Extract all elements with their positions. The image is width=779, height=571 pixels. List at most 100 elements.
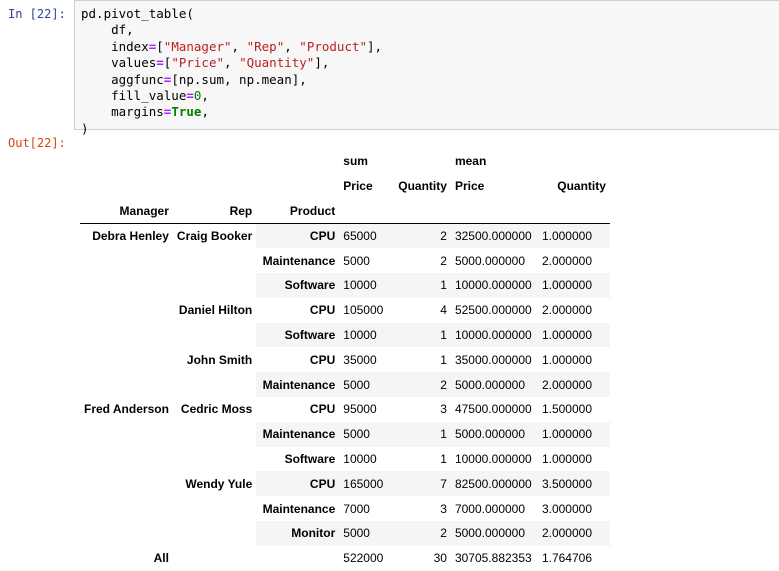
- cell-mean-quantity: 2.000000: [541, 253, 592, 268]
- cell-sum-quantity: 7: [394, 471, 451, 497]
- row-product: Monitor: [256, 520, 340, 546]
- row-rep: [173, 323, 256, 348]
- cell-sum-price: 5000: [339, 421, 395, 447]
- header-row-index-names: Manager Rep Product: [80, 198, 610, 224]
- cell-mean-price: 5000.000000: [450, 372, 538, 397]
- header-blank: [80, 149, 173, 174]
- table-row: Maintenance 5000 1 5000.000000 1.000000: [80, 421, 610, 447]
- header-blank: [537, 198, 610, 224]
- table-row: Wendy Yule CPU 165000 7 82500.000000 3.500000: [80, 471, 610, 497]
- code-line-2: df,: [81, 22, 134, 38]
- row-product: Software: [284, 451, 336, 466]
- row-rep: [173, 447, 256, 472]
- pivot-table-output: sum mean Price Quantity Price Quantity M…: [80, 149, 610, 571]
- cell-sum-quantity: 1: [440, 451, 447, 466]
- index-name-rep: Rep: [172, 198, 257, 224]
- header-sum: sum: [343, 154, 368, 169]
- cell-sum-price: 95000: [343, 402, 377, 417]
- table-row: All 522000 30 30705.882353 1.764706: [80, 546, 610, 571]
- row-product: [256, 546, 339, 571]
- header-blank: [450, 198, 538, 224]
- cell-sum-quantity: 1: [394, 421, 451, 447]
- cell-mean-price: 52500.000000: [454, 303, 532, 318]
- table-row: Software 10000 1 10000.000000 1.000000: [80, 272, 610, 298]
- row-rep: [173, 248, 256, 273]
- header-blank: [256, 149, 339, 174]
- cell-sum-price: 10000: [343, 451, 377, 466]
- row-product: Software: [256, 322, 340, 348]
- row-rep: John Smith: [186, 352, 253, 367]
- row-rep: [173, 496, 256, 521]
- cell-sum-price: 5000: [339, 520, 395, 546]
- row-rep: Wendy Yule: [185, 476, 253, 491]
- header-blank: [80, 174, 173, 199]
- output-prompt: Out[22]:: [8, 136, 66, 150]
- cell-sum-quantity: 1: [394, 322, 451, 348]
- cell-sum-price: 10000: [339, 322, 395, 348]
- header-blank: [256, 174, 339, 199]
- index-name-product: Product: [256, 198, 340, 224]
- row-product: CPU: [256, 471, 340, 497]
- row-manager: [80, 447, 173, 472]
- row-product: CPU: [256, 223, 340, 249]
- cell-sum-price: 522000: [343, 551, 384, 566]
- cell-sum-quantity: 30: [433, 551, 447, 566]
- cell-mean-price: 47500.000000: [454, 402, 532, 417]
- row-manager: [80, 347, 173, 372]
- cell-sum-quantity: 2: [394, 520, 451, 546]
- code-line-3: index=["Manager", "Rep", "Product"],: [81, 38, 383, 54]
- row-product: Maintenance: [262, 501, 336, 516]
- cell-sum-price: 10000: [339, 272, 395, 298]
- cell-mean-price: 35000.000000: [454, 352, 532, 367]
- header-row-level-1: Price Quantity Price Quantity: [80, 174, 610, 199]
- row-product: Software: [256, 272, 340, 298]
- cell-mean-price: 10000.000000: [454, 451, 532, 466]
- cell-sum-quantity: 3: [440, 501, 447, 516]
- cell-mean-price: 5000.000000: [450, 520, 538, 546]
- cell-sum-quantity: 1: [440, 352, 447, 367]
- row-manager: Debra Henley: [92, 229, 169, 244]
- cell-mean-price: 10000.000000: [450, 322, 538, 348]
- row-manager: [80, 273, 173, 298]
- cell-sum-quantity: 3: [440, 402, 447, 417]
- cell-sum-price: 7000: [343, 501, 370, 516]
- code-line-5: aggfunc=[np.sum, np.mean],: [81, 71, 307, 87]
- row-product: CPU: [309, 352, 336, 367]
- code-cell[interactable]: pd.pivot_table( df, index=["Manager", "R…: [74, 0, 779, 136]
- header-quantity: Quantity: [557, 179, 606, 194]
- row-manager: [80, 471, 173, 496]
- cell-mean-price: 82500.000000: [450, 471, 538, 497]
- cell-mean-price: 5000.000000: [454, 253, 526, 268]
- row-manager: [80, 521, 173, 546]
- row-manager: [80, 422, 173, 447]
- cell-mean-price: 32500.000000: [450, 223, 538, 249]
- cell-mean-quantity: 1.000000: [541, 451, 592, 466]
- table-row: Software 10000 1 10000.000000 1.000000: [80, 322, 610, 348]
- code-editor[interactable]: pd.pivot_table( df, index=["Manager", "R…: [75, 1, 779, 137]
- input-prompt: In [22]:: [8, 7, 66, 21]
- header-blank: [173, 149, 256, 174]
- header-row-level-0: sum mean: [80, 149, 610, 174]
- row-product: Maintenance: [256, 421, 340, 447]
- row-product: CPU: [309, 402, 336, 417]
- table-row: Debra Henley Craig Booker CPU 65000 2 32500.0…: [80, 223, 610, 249]
- row-manager: [80, 372, 173, 397]
- cell-mean-quantity: 1.000000: [537, 421, 610, 447]
- table-row: John Smith CPU 35000 1 35000.000000 1.000000: [80, 347, 610, 372]
- code-line-1: pd.pivot_table(: [81, 6, 194, 21]
- table-row: Fred Anderson Cedric Moss CPU 95000 3 47500.0…: [80, 397, 610, 422]
- row-manager: Fred Anderson: [84, 402, 169, 417]
- cell-sum-price: 65000: [339, 223, 395, 249]
- cell-sum-price: 5000: [339, 372, 395, 397]
- cell-mean-quantity: 2.000000: [537, 372, 610, 397]
- cell-mean-quantity: 1.500000: [541, 402, 592, 417]
- cell-mean-price: 5000.000000: [450, 421, 538, 447]
- row-rep: [173, 273, 256, 298]
- row-product: Maintenance: [262, 253, 336, 268]
- row-manager: [80, 248, 173, 273]
- row-manager: [80, 323, 173, 348]
- table-row: Maintenance 5000 2 5000.000000 2.000000: [80, 248, 610, 273]
- row-rep: [173, 546, 256, 571]
- cell-mean-quantity: 3.500000: [537, 471, 610, 497]
- cell-sum-price: 165000: [339, 471, 395, 497]
